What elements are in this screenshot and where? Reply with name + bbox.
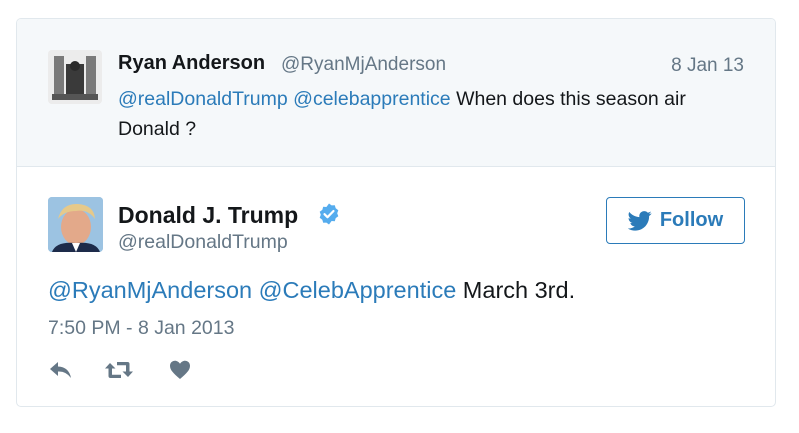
like-heart-icon[interactable]: [169, 359, 191, 386]
quoted-mention-link[interactable]: @celebapprentice: [293, 88, 450, 110]
author-handle[interactable]: @realDonaldTrump: [118, 231, 288, 254]
quoted-author-handle[interactable]: @RyanMjAnderson: [281, 54, 446, 76]
reply-icon[interactable]: [48, 359, 74, 386]
mention-link[interactable]: @CelebApprentice: [259, 277, 457, 303]
quoted-tweet[interactable]: Ryan Anderson @RyanMjAnderson 8 Jan 13 @…: [17, 19, 775, 167]
tweet-card: Ryan Anderson @RyanMjAnderson 8 Jan 13 @…: [16, 18, 776, 407]
mention-link[interactable]: @RyanMjAnderson: [48, 277, 252, 303]
quoted-mention-link[interactable]: @realDonaldTrump: [118, 88, 288, 110]
quoted-avatar[interactable]: [48, 50, 102, 104]
quoted-tweet-text: @realDonaldTrump @celebapprentice When d…: [118, 84, 738, 144]
author-avatar[interactable]: [48, 197, 103, 252]
tweet-timestamp[interactable]: 7:50 PM - 8 Jan 2013: [48, 317, 234, 340]
quoted-tweet-date[interactable]: 8 Jan 13: [671, 55, 744, 77]
tweet-text: @RyanMjAnderson @CelebApprentice March 3…: [48, 277, 575, 304]
follow-button-label: Follow: [659, 209, 724, 231]
twitter-bird-icon: [627, 210, 652, 231]
verified-badge-icon: [317, 202, 341, 226]
follow-button[interactable]: Follow: [606, 197, 745, 244]
tweet-body: March 3rd.: [462, 277, 576, 303]
quoted-author-name[interactable]: Ryan Anderson: [118, 52, 265, 75]
author-name[interactable]: Donald J. Trump: [118, 202, 298, 229]
retweet-icon[interactable]: [104, 359, 134, 386]
